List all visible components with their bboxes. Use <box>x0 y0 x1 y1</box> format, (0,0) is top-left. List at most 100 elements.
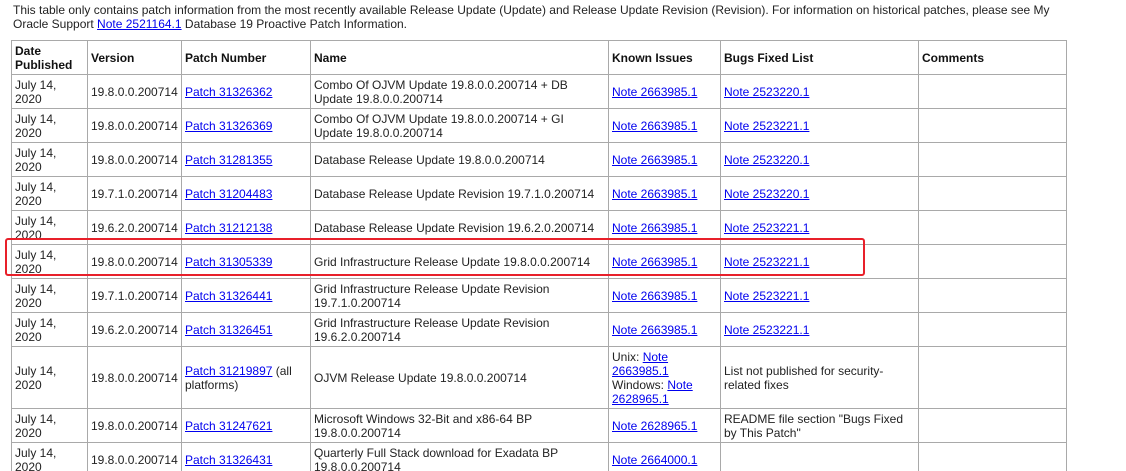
version-text: 19.8.0.0.200714 <box>91 254 178 269</box>
patch-link[interactable]: Patch 31247621 <box>185 419 272 433</box>
bugs-fixed-link[interactable]: Note 2523220.1 <box>724 153 809 167</box>
version-text: 19.8.0.0.200714 <box>91 452 178 467</box>
header-name: Name <box>310 40 609 75</box>
patch-name-text: Database Release Update Revision 19.7.1.… <box>314 186 595 201</box>
cell-date: July 14, 2020 <box>11 142 88 177</box>
patch-name-text: Quarterly Full Stack download for Exadat… <box>314 445 558 471</box>
date-text: July 14, 2020 <box>15 315 57 344</box>
cell-bugs-fixed: Note 2523221.1 <box>720 278 919 313</box>
cell-known-issues: Note 2664000.1 <box>608 442 721 471</box>
bugs-fixed-link[interactable]: Note 2523221.1 <box>724 289 809 303</box>
known-issues-link[interactable]: Note 2663985.1 <box>612 187 697 201</box>
table-body: July 14, 2020 19.8.0.0.200714 Patch 313263… <box>11 74 1067 471</box>
known-issues-link[interactable]: Note 2663985.1 <box>612 323 697 337</box>
cell-patch-number: Patch 31326451 <box>181 312 311 347</box>
cell-bugs-fixed: Note 2523221.1 <box>720 244 919 279</box>
known-issues-link[interactable]: Note 2663985.1 <box>612 153 697 167</box>
header-bugs-fixed-list: Bugs Fixed List <box>720 40 919 75</box>
date-text: July 14, 2020 <box>15 77 57 106</box>
cell-comments <box>918 142 1067 177</box>
known-issues-label: Windows: <box>612 377 668 392</box>
cell-comments <box>918 278 1067 313</box>
cell-bugs-fixed: Note 2523221.1 <box>720 312 919 347</box>
patch-link[interactable]: Patch 31281355 <box>185 153 272 167</box>
bugs-fixed-link[interactable]: Note 2523220.1 <box>724 85 809 99</box>
bugs-fixed-link[interactable]: Note 2523221.1 <box>724 221 809 235</box>
patch-link[interactable]: Patch 31219897 <box>185 364 272 378</box>
bugs-fixed-link[interactable]: Note 2523220.1 <box>724 187 809 201</box>
table-row: July 14, 2020 19.8.0.0.200714 Patch 313263… <box>11 108 1067 143</box>
patch-link[interactable]: Patch 31326362 <box>185 85 272 99</box>
cell-version: 19.8.0.0.200714 <box>87 244 182 279</box>
cell-known-issues: Note 2663985.1 <box>608 312 721 347</box>
patch-link[interactable]: Patch 31326451 <box>185 323 272 337</box>
cell-comments <box>918 176 1067 211</box>
known-issues-link[interactable]: Note 2663985.1 <box>612 255 697 269</box>
known-issues-link[interactable]: Note 2663985.1 <box>612 85 697 99</box>
bugs-fixed-link[interactable]: Note 2523221.1 <box>724 323 809 337</box>
cell-patch-number: Patch 31326441 <box>181 278 311 313</box>
bugs-fixed-link[interactable]: Note 2523221.1 <box>724 255 809 269</box>
date-text: July 14, 2020 <box>15 363 57 392</box>
patch-link[interactable]: Patch 31305339 <box>185 255 272 269</box>
patch-link[interactable]: Patch 31212138 <box>185 221 272 235</box>
patch-name-text: Combo Of OJVM Update 19.8.0.0.200714 + G… <box>314 111 564 140</box>
cell-name: Microsoft Windows 32-Bit and x86-64 BP 1… <box>310 408 609 443</box>
cell-known-issues: Note 2663985.1 <box>608 108 721 143</box>
patch-link[interactable]: Patch 31204483 <box>185 187 272 201</box>
cell-name: Grid Infrastructure Release Update Revis… <box>310 312 609 347</box>
cell-comments <box>918 346 1067 409</box>
cell-version: 19.8.0.0.200714 <box>87 74 182 109</box>
cell-patch-number: Patch 31326362 <box>181 74 311 109</box>
patch-name-text: Grid Infrastructure Release Update Revis… <box>314 281 550 310</box>
cell-version: 19.8.0.0.200714 <box>87 108 182 143</box>
cell-patch-number: Patch 31204483 <box>181 176 311 211</box>
cell-date: July 14, 2020 <box>11 408 88 443</box>
known-issues-link[interactable]: Note 2663985.1 <box>612 289 697 303</box>
patch-link[interactable]: Patch 31326369 <box>185 119 272 133</box>
patch-name-text: OJVM Release Update 19.8.0.0.200714 <box>314 370 527 385</box>
table-header-row: Date Published Version Patch Number Name… <box>11 40 1067 75</box>
cell-known-issues: Note 2663985.1 <box>608 210 721 245</box>
patch-link[interactable]: Patch 31326431 <box>185 453 272 467</box>
cell-date: July 14, 2020 <box>11 244 88 279</box>
cell-date: July 14, 2020 <box>11 74 88 109</box>
bugs-fixed-link[interactable]: Note 2523221.1 <box>724 119 809 133</box>
cell-patch-number: Patch 31326431 <box>181 442 311 471</box>
cell-known-issues: Note 2663985.1 <box>608 278 721 313</box>
known-issues-link[interactable]: Note 2628965.1 <box>612 419 697 433</box>
cell-patch-number: Patch 31219897 (all platforms) <box>181 346 311 409</box>
table-row: July 14, 2020 19.7.1.0.200714 Patch 313264… <box>11 278 1067 313</box>
known-issues-link[interactable]: Note 2664000.1 <box>612 453 697 467</box>
intro-text-end: Database 19 Proactive Patch Information. <box>181 17 408 31</box>
patch-link[interactable]: Patch 31326441 <box>185 289 272 303</box>
header-known-issues: Known Issues <box>608 40 721 75</box>
cell-date: July 14, 2020 <box>11 108 88 143</box>
table-row: July 14, 2020 19.6.2.0.200714 Patch 313264… <box>11 312 1067 347</box>
bugs-fixed-text: List not published for security-related … <box>724 363 884 392</box>
known-issues-link[interactable]: Note 2663985.1 <box>612 221 697 235</box>
cell-bugs-fixed: List not published for security-related … <box>720 346 919 409</box>
cell-name: Database Release Update Revision 19.7.1.… <box>310 176 609 211</box>
cell-comments <box>918 108 1067 143</box>
cell-bugs-fixed: Note 2523221.1 <box>720 108 919 143</box>
date-text: July 14, 2020 <box>15 411 57 440</box>
cell-comments <box>918 210 1067 245</box>
table-row: July 14, 2020 19.8.0.0.200714 Patch 313263… <box>11 74 1067 109</box>
cell-patch-number: Patch 31305339 <box>181 244 311 279</box>
cell-known-issues: Note 2663985.1 <box>608 176 721 211</box>
known-issues-link[interactable]: Note 2663985.1 <box>612 119 697 133</box>
intro-note-link[interactable]: Note 2521164.1 <box>97 17 182 31</box>
cell-date: July 14, 2020 <box>11 442 88 471</box>
version-text: 19.8.0.0.200714 <box>91 118 178 133</box>
cell-patch-number: Patch 31326369 <box>181 108 311 143</box>
cell-date: July 14, 2020 <box>11 278 88 313</box>
date-text: July 14, 2020 <box>15 179 57 208</box>
version-text: 19.6.2.0.200714 <box>91 220 178 235</box>
header-patch-number: Patch Number <box>181 40 311 75</box>
cell-bugs-fixed: Note 2523220.1 <box>720 142 919 177</box>
cell-name: Combo Of OJVM Update 19.8.0.0.200714 + G… <box>310 108 609 143</box>
cell-date: July 14, 2020 <box>11 346 88 409</box>
cell-name: Combo Of OJVM Update 19.8.0.0.200714 + D… <box>310 74 609 109</box>
table-row: July 14, 2020 19.8.0.0.200714 Patch 313053… <box>11 244 1067 279</box>
